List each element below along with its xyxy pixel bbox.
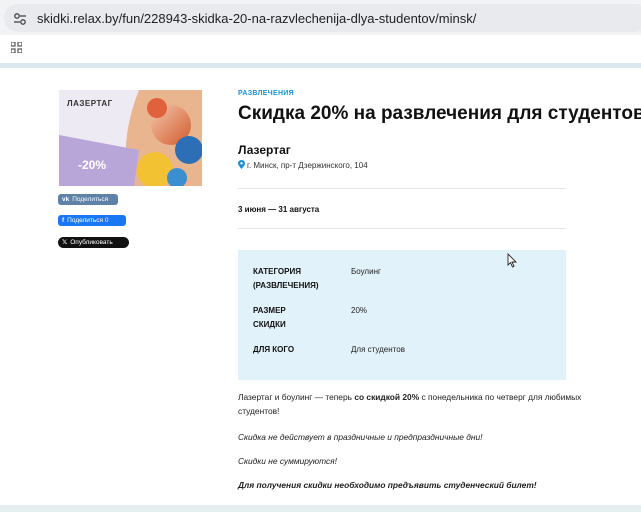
x-share-button[interactable]: 𝕏 Опубликовать [58,237,129,248]
offer-details-box: КАТЕГОРИЯ (РАЗВЛЕЧЕНИЯ) Боулинг РАЗМЕР С… [238,250,566,380]
facebook-share-button[interactable]: f Поделиться 0 [58,215,126,226]
vk-share-button[interactable]: vk Поделиться [58,194,118,205]
divider [238,228,566,229]
description-text: Лазертаг и боулинг — теперь [238,392,355,402]
notice-no-combine: Скидки не суммируются! [238,454,598,468]
apps-grid-icon[interactable] [11,42,22,53]
details-value-discount: 20% [351,306,368,315]
page-title: Скидка 20% на развлечения для студентов [238,103,641,124]
promo-label: ЛАЗЕРТАГ [67,99,113,108]
bookmarks-bar [0,35,641,59]
notice-no-combine-text: Скидки не суммируются! [238,456,337,466]
details-key-category: КАТЕГОРИЯ (РАЗВЛЕЧЕНИЯ) [253,267,319,290]
details-key-discount: РАЗМЕР СКИДКИ [253,306,286,329]
notice-holidays: Скидка не действует в праздничные и пред… [238,430,598,444]
url-text[interactable]: skidki.relax.by/fun/228943-skidka-20-na-… [37,11,476,26]
category-link[interactable]: РАЗВЛЕЧЕНИЯ [238,90,294,97]
taskbar-strip [0,505,641,512]
offer-dates: 3 июня — 31 августа [238,205,320,214]
details-key-audience: ДЛЯ КОГО [253,345,295,354]
promo-image[interactable]: ЛАЗЕРТАГ -20% [59,90,202,186]
site-settings-icon[interactable] [13,12,27,26]
vk-share-label: Поделиться [72,196,109,203]
notice-student-card: Для получения скидки необходимо предъяви… [238,478,598,492]
divider [238,188,566,189]
x-share-label: Опубликовать [70,239,113,246]
company-name[interactable]: Лазертаг [238,143,291,157]
description-highlight: со скидкой 20% [354,392,420,402]
site-header-strip [0,63,641,68]
location-pin-icon [238,160,245,169]
promo-discount: -20% [78,158,107,172]
details-value-audience: Для студентов [351,345,405,354]
vk-icon: vk [62,196,70,203]
notice-student-card-text: Для получения скидки необходимо предъяви… [238,480,537,490]
address-text: г. Минск, пр-т Дзержинского, 104 [247,161,368,170]
facebook-share-label: Поделиться 0 [67,217,109,224]
address-bar: skidki.relax.by/fun/228943-skidka-20-na-… [0,0,641,35]
address: г. Минск, пр-т Дзержинского, 104 [238,160,368,170]
url-field[interactable]: skidki.relax.by/fun/228943-skidka-20-na-… [4,4,641,32]
mouse-cursor-icon [507,253,518,268]
details-value-category: Боулинг [351,267,381,276]
x-icon: 𝕏 [62,239,68,246]
notice-holidays-text: Скидка не действует в праздничные и пред… [238,432,483,442]
description-paragraph: Лазертаг и боулинг — теперь со скидкой 2… [238,390,598,418]
facebook-icon: f [62,217,65,224]
